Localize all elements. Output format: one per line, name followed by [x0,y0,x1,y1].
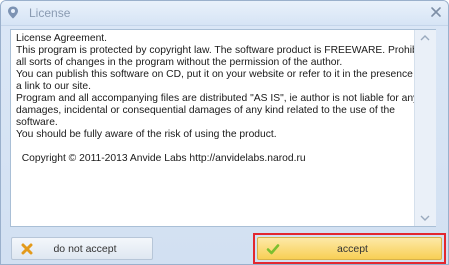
title-bar[interactable]: License [1,1,448,26]
window-title: License [29,6,71,20]
license-text-area[interactable]: License Agreement. This program is prote… [10,29,436,227]
scroll-up-icon[interactable] [420,34,430,42]
vertical-scrollbar[interactable] [414,30,436,226]
do-not-accept-button[interactable]: do not accept [11,237,153,260]
do-not-accept-label: do not accept [53,242,117,255]
scroll-down-icon[interactable] [420,214,430,222]
accept-label: accept [337,242,368,255]
license-dialog: License License Agreement. This program … [0,0,449,265]
x-mark-icon [21,243,33,255]
pin-icon [8,6,18,19]
close-icon[interactable] [429,5,443,19]
accept-button[interactable]: accept [257,237,442,260]
checkmark-icon [266,244,280,255]
